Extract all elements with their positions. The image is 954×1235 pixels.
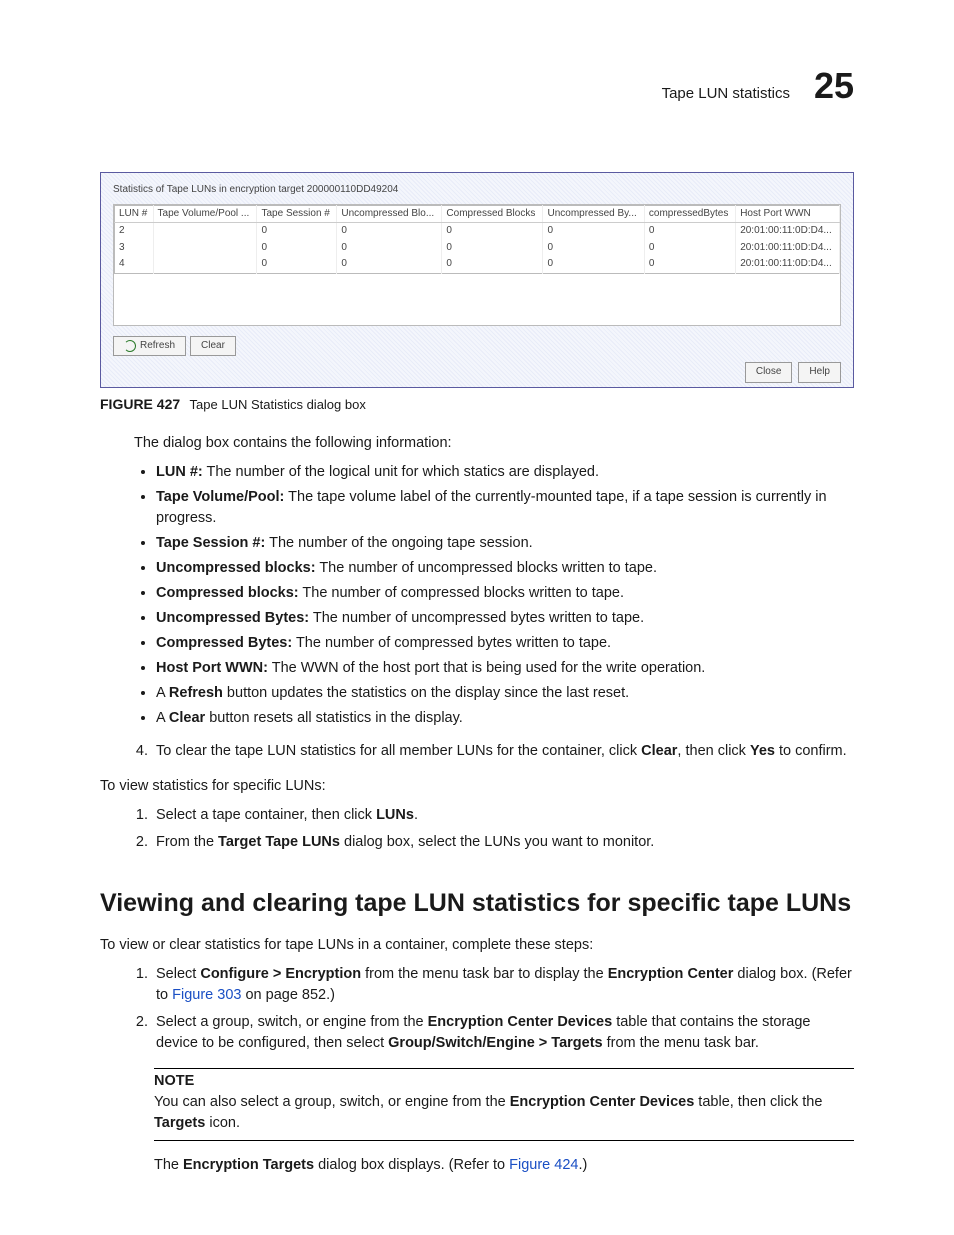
refresh-label: Refresh bbox=[140, 339, 175, 354]
column-header: Tape Volume/Pool ... bbox=[153, 205, 257, 223]
list-item: Tape Session #: The number of the ongoin… bbox=[156, 533, 854, 554]
view-steps: Select a tape container, then click LUNs… bbox=[100, 805, 854, 853]
note-body: You can also select a group, switch, or … bbox=[154, 1092, 854, 1141]
section-step-1: Select Configure > Encryption from the m… bbox=[152, 964, 854, 1006]
list-item: Uncompressed Bytes: The number of uncomp… bbox=[156, 608, 854, 629]
figure-424-link[interactable]: Figure 424 bbox=[509, 1157, 578, 1173]
stats-table-wrap: LUN #Tape Volume/Pool ...Tape Session #U… bbox=[113, 204, 841, 326]
section-step-2: Select a group, switch, or engine from t… bbox=[152, 1012, 854, 1054]
section-steps: Select Configure > Encryption from the m… bbox=[100, 964, 854, 1054]
column-header: Host Port WWN bbox=[736, 205, 840, 223]
chapter-number: 25 bbox=[814, 60, 854, 112]
table-row: 30000020:01:00:11:0D:D4... bbox=[115, 240, 840, 257]
view-intro: To view statistics for specific LUNs: bbox=[100, 776, 854, 797]
list-item: Host Port WWN: The WWN of the host port … bbox=[156, 658, 854, 679]
dialog-button-row: Refresh Clear bbox=[113, 336, 841, 357]
view-step-2: From the Target Tape LUNs dialog box, se… bbox=[152, 832, 854, 853]
column-header: Tape Session # bbox=[257, 205, 337, 223]
column-header: Uncompressed By... bbox=[543, 205, 644, 223]
section-intro: To view or clear statistics for tape LUN… bbox=[100, 935, 854, 956]
dialog-footer: Close Help bbox=[113, 362, 841, 383]
column-header: Compressed Blocks bbox=[442, 205, 543, 223]
list-item: A Clear button resets all statistics in … bbox=[156, 708, 854, 729]
figure-caption: FIGURE 427 Tape LUN Statistics dialog bo… bbox=[100, 394, 854, 415]
running-title: Tape LUN statistics bbox=[662, 83, 790, 105]
after-note: The Encryption Targets dialog box displa… bbox=[154, 1155, 854, 1176]
clear-label: Clear bbox=[201, 339, 225, 354]
list-item: Compressed blocks: The number of compres… bbox=[156, 583, 854, 604]
section-heading: Viewing and clearing tape LUN statistics… bbox=[100, 885, 854, 921]
close-button[interactable]: Close bbox=[745, 362, 793, 383]
list-item: A Refresh button updates the statistics … bbox=[156, 683, 854, 704]
list-item: Uncompressed blocks: The number of uncom… bbox=[156, 558, 854, 579]
column-header: LUN # bbox=[115, 205, 154, 223]
table-row: 20000020:01:00:11:0D:D4... bbox=[115, 223, 840, 240]
figure-303-link[interactable]: Figure 303 bbox=[172, 987, 241, 1003]
list-item: Tape Volume/Pool: The tape volume label … bbox=[156, 487, 854, 529]
note-block: NOTE You can also select a group, switch… bbox=[154, 1068, 854, 1141]
stats-table: LUN #Tape Volume/Pool ...Tape Session #U… bbox=[114, 205, 840, 274]
list-item: Compressed Bytes: The number of compress… bbox=[156, 633, 854, 654]
column-header: Uncompressed Blo... bbox=[337, 205, 442, 223]
note-title: NOTE bbox=[154, 1068, 854, 1092]
intro-line: The dialog box contains the following in… bbox=[134, 433, 854, 454]
step-4: To clear the tape LUN statistics for all… bbox=[152, 741, 854, 762]
figure-label: FIGURE 427 bbox=[100, 396, 180, 412]
dialog-screenshot: Statistics of Tape LUNs in encryption ta… bbox=[100, 172, 854, 388]
figure-caption-text: Tape LUN Statistics dialog box bbox=[190, 397, 366, 412]
refresh-button[interactable]: Refresh bbox=[113, 336, 186, 357]
table-row: 40000020:01:00:11:0D:D4... bbox=[115, 256, 840, 273]
help-button[interactable]: Help bbox=[798, 362, 841, 383]
column-header: compressedBytes bbox=[644, 205, 735, 223]
dialog-title: Statistics of Tape LUNs in encryption ta… bbox=[113, 183, 841, 198]
running-header: Tape LUN statistics 25 bbox=[100, 60, 854, 112]
list-item: LUN #: The number of the logical unit fo… bbox=[156, 462, 854, 483]
view-step-1: Select a tape container, then click LUNs… bbox=[152, 805, 854, 826]
refresh-icon bbox=[124, 340, 136, 352]
continued-steps: To clear the tape LUN statistics for all… bbox=[100, 741, 854, 762]
info-bullets: LUN #: The number of the logical unit fo… bbox=[134, 462, 854, 729]
clear-button[interactable]: Clear bbox=[190, 336, 236, 357]
